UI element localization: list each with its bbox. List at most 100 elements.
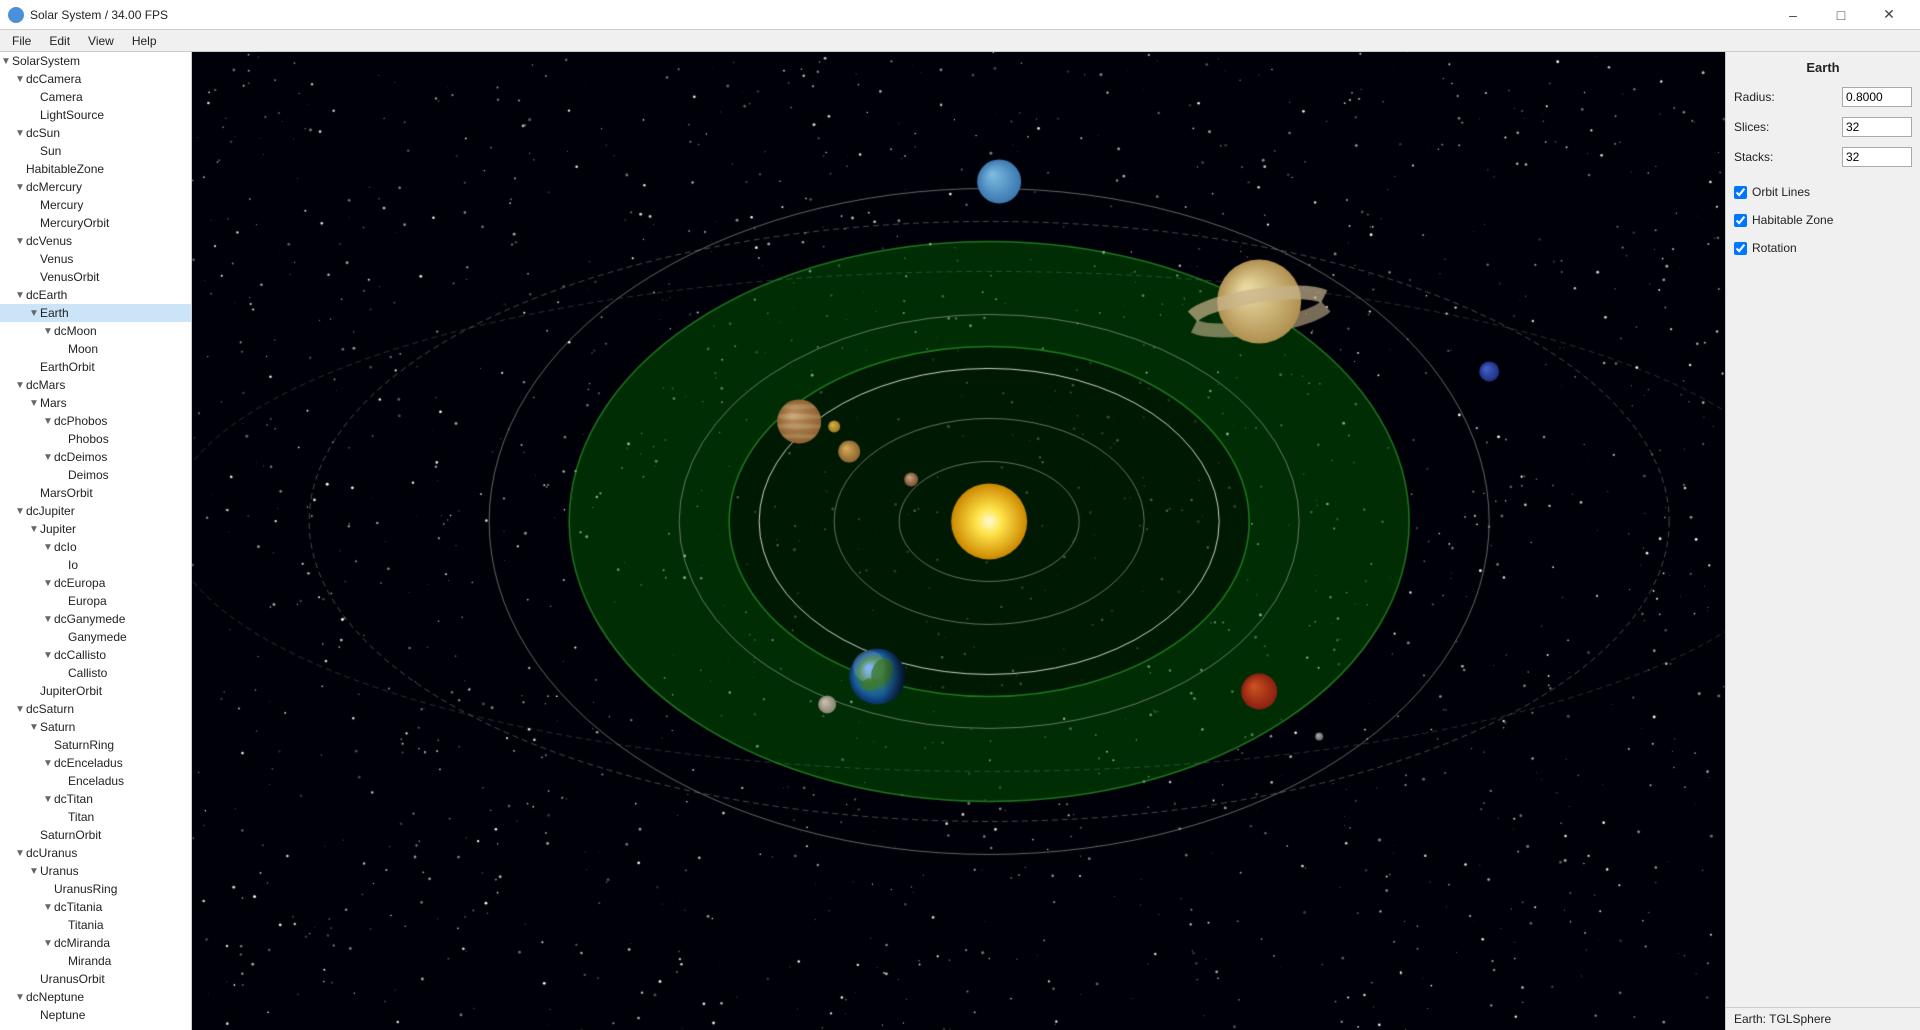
expand-arrow[interactable]: ▼ xyxy=(42,758,54,769)
tree-node-dcvenus[interactable]: ▼dcVenus xyxy=(0,232,191,250)
expand-arrow[interactable]: ▼ xyxy=(42,452,54,463)
expand-arrow[interactable]: ▼ xyxy=(42,650,54,661)
tree-node-dcmoon[interactable]: ▼dcMoon xyxy=(0,322,191,340)
habitable-zone-label[interactable]: Habitable Zone xyxy=(1752,213,1833,227)
tree-node-enceladus[interactable]: Enceladus xyxy=(0,772,191,790)
expand-arrow[interactable]: ▼ xyxy=(14,290,26,301)
habitable-zone-checkbox[interactable] xyxy=(1734,214,1747,227)
tree-node-dcjupiter[interactable]: ▼dcJupiter xyxy=(0,502,191,520)
tree-node-dcearth[interactable]: ▼dcEarth xyxy=(0,286,191,304)
expand-arrow[interactable]: ▼ xyxy=(14,128,26,139)
expand-arrow[interactable]: ▼ xyxy=(14,74,26,85)
orbit-lines-label[interactable]: Orbit Lines xyxy=(1752,185,1810,199)
tree-node-dcmercury[interactable]: ▼dcMercury xyxy=(0,178,191,196)
tree-node-dcneptune[interactable]: ▼dcNeptune xyxy=(0,988,191,1006)
tree-node-ganymede[interactable]: Ganymede xyxy=(0,628,191,646)
expand-arrow[interactable]: ▼ xyxy=(42,326,54,337)
tree-node-uranusorbit[interactable]: UranusOrbit xyxy=(0,970,191,988)
expand-arrow[interactable]: ▼ xyxy=(42,902,54,913)
tree-node-dcenceladus[interactable]: ▼dcEnceladus xyxy=(0,754,191,772)
tree-node-dceuropa[interactable]: ▼dcEuropa xyxy=(0,574,191,592)
tree-node-dctitan[interactable]: ▼dcTitan xyxy=(0,790,191,808)
expand-arrow[interactable]: ▼ xyxy=(14,236,26,247)
tree-node-earthorbit[interactable]: EarthOrbit xyxy=(0,358,191,376)
tree-node-moon[interactable]: Moon xyxy=(0,340,191,358)
tree-node-titania[interactable]: Titania xyxy=(0,916,191,934)
tree-node-sun[interactable]: Sun xyxy=(0,142,191,160)
tree-node-dcuranus[interactable]: ▼dcUranus xyxy=(0,844,191,862)
tree-node-dcganymede[interactable]: ▼dcGanymede xyxy=(0,610,191,628)
expand-arrow[interactable]: ▼ xyxy=(42,938,54,949)
tree-node-mercury[interactable]: Mercury xyxy=(0,196,191,214)
expand-arrow[interactable]: ▼ xyxy=(28,308,40,319)
expand-arrow[interactable]: ▼ xyxy=(42,578,54,589)
menu-edit[interactable]: Edit xyxy=(41,32,78,50)
expand-arrow[interactable]: ▼ xyxy=(42,542,54,553)
tree-node-uranus[interactable]: ▼Uranus xyxy=(0,862,191,880)
expand-arrow[interactable]: ▼ xyxy=(14,992,26,1003)
tree-node-europa[interactable]: Europa xyxy=(0,592,191,610)
tree-node-saturnorbit[interactable]: SaturnOrbit xyxy=(0,826,191,844)
expand-arrow[interactable]: ▼ xyxy=(28,866,40,877)
maximize-button[interactable]: □ xyxy=(1818,0,1864,30)
tree-node-callisto[interactable]: Callisto xyxy=(0,664,191,682)
menu-file[interactable]: File xyxy=(4,32,39,50)
tree-node-dctitania[interactable]: ▼dcTitania xyxy=(0,898,191,916)
tree-node-marsorbit[interactable]: MarsOrbit xyxy=(0,484,191,502)
expand-arrow[interactable]: ▼ xyxy=(14,182,26,193)
tree-node-camera[interactable]: Camera xyxy=(0,88,191,106)
tree-node-habitablezone[interactable]: HabitableZone xyxy=(0,160,191,178)
slices-input[interactable] xyxy=(1842,117,1912,137)
tree-node-venus[interactable]: Venus xyxy=(0,250,191,268)
tree-node-neptune[interactable]: Neptune xyxy=(0,1006,191,1024)
expand-arrow[interactable]: ▼ xyxy=(14,506,26,517)
rotation-label[interactable]: Rotation xyxy=(1752,241,1797,255)
tree-node-titan[interactable]: Titan xyxy=(0,808,191,826)
tree-node-venusorbit[interactable]: VenusOrbit xyxy=(0,268,191,286)
stacks-input[interactable] xyxy=(1842,147,1912,167)
expand-arrow[interactable]: ▼ xyxy=(28,722,40,733)
title-bar-left: Solar System / 34.00 FPS xyxy=(8,7,168,23)
tree-node-earth[interactable]: ▼Earth xyxy=(0,304,191,322)
expand-arrow[interactable]: ▼ xyxy=(0,56,12,67)
tree-node-dccallisto[interactable]: ▼dcCallisto xyxy=(0,646,191,664)
tree-node-saturnring[interactable]: SaturnRing xyxy=(0,736,191,754)
tree-node-deimos[interactable]: Deimos xyxy=(0,466,191,484)
tree-node-dcphobos[interactable]: ▼dcPhobos xyxy=(0,412,191,430)
expand-arrow[interactable]: ▼ xyxy=(42,416,54,427)
tree-node-dcsun[interactable]: ▼dcSun xyxy=(0,124,191,142)
expand-arrow[interactable]: ▼ xyxy=(14,380,26,391)
tree-node-dcsaturn[interactable]: ▼dcSaturn xyxy=(0,700,191,718)
tree-node-lightsource[interactable]: LightSource xyxy=(0,106,191,124)
tree-node-saturn[interactable]: ▼Saturn xyxy=(0,718,191,736)
expand-arrow[interactable]: ▼ xyxy=(28,524,40,535)
tree-node-mercuryorbit[interactable]: MercuryOrbit xyxy=(0,214,191,232)
scene-tree[interactable]: ▼SolarSystem ▼dcCamera Camera LightSourc… xyxy=(0,52,192,1030)
expand-arrow[interactable]: ▼ xyxy=(28,398,40,409)
menu-help[interactable]: Help xyxy=(124,32,165,50)
expand-arrow[interactable]: ▼ xyxy=(14,848,26,859)
tree-node-dcmars[interactable]: ▼dcMars xyxy=(0,376,191,394)
expand-arrow[interactable]: ▼ xyxy=(42,794,54,805)
minimize-button[interactable]: – xyxy=(1770,0,1816,30)
tree-node-miranda[interactable]: Miranda xyxy=(0,952,191,970)
tree-node-jupiter[interactable]: ▼Jupiter xyxy=(0,520,191,538)
tree-node-phobos[interactable]: Phobos xyxy=(0,430,191,448)
viewport[interactable] xyxy=(192,52,1725,1030)
tree-node-mars[interactable]: ▼Mars xyxy=(0,394,191,412)
menu-view[interactable]: View xyxy=(80,32,122,50)
tree-node-uranusring[interactable]: UranusRing xyxy=(0,880,191,898)
close-button[interactable]: ✕ xyxy=(1866,0,1912,30)
tree-node-dcmiranda[interactable]: ▼dcMiranda xyxy=(0,934,191,952)
expand-arrow[interactable]: ▼ xyxy=(42,614,54,625)
tree-node-dcio[interactable]: ▼dcIo xyxy=(0,538,191,556)
tree-node-jupiterorbit[interactable]: JupiterOrbit xyxy=(0,682,191,700)
radius-input[interactable] xyxy=(1842,87,1912,107)
expand-arrow[interactable]: ▼ xyxy=(14,704,26,715)
orbit-lines-checkbox[interactable] xyxy=(1734,186,1747,199)
tree-node-io[interactable]: Io xyxy=(0,556,191,574)
tree-node-solarsystem[interactable]: ▼SolarSystem xyxy=(0,52,191,70)
tree-node-dccamera[interactable]: ▼dcCamera xyxy=(0,70,191,88)
rotation-checkbox[interactable] xyxy=(1734,242,1747,255)
tree-node-dcdeimos[interactable]: ▼dcDeimos xyxy=(0,448,191,466)
